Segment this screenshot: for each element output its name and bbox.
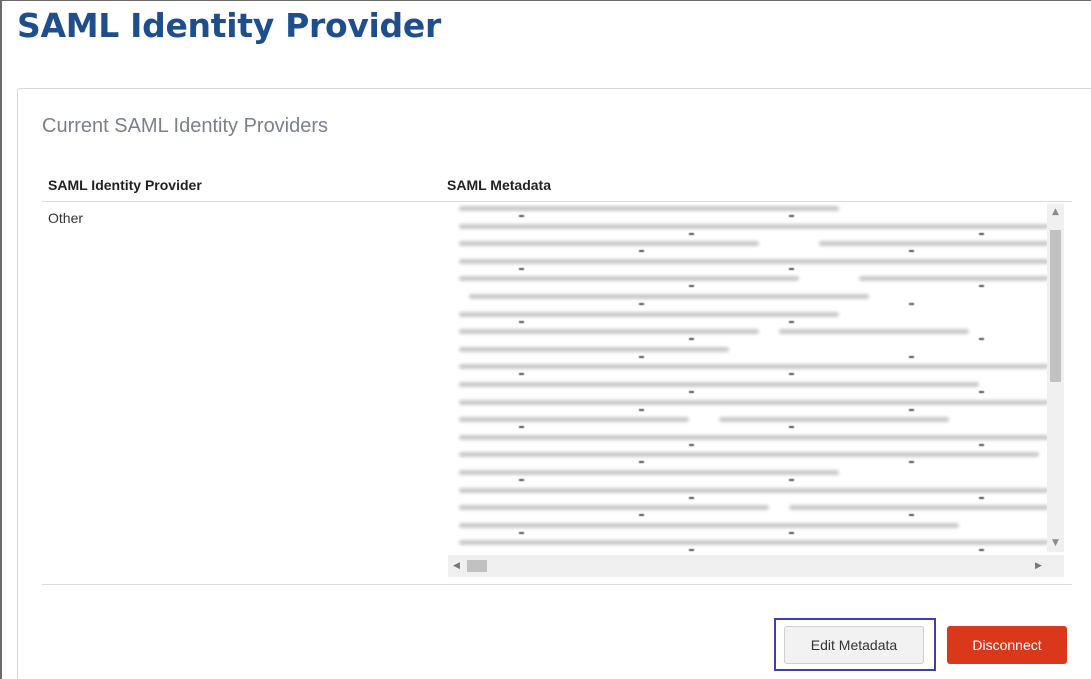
redacted-text-fragment xyxy=(789,531,794,534)
redacted-text-fragment xyxy=(519,373,524,376)
redacted-text-fragment xyxy=(689,391,694,393)
redacted-text-fragment xyxy=(519,479,524,481)
redacted-text-line xyxy=(459,434,1049,440)
redacted-text-fragment xyxy=(689,285,694,288)
redacted-text-fragment xyxy=(639,514,644,517)
vertical-scroll-thumb[interactable] xyxy=(1050,230,1061,382)
redacted-text-fragment xyxy=(639,461,644,464)
redacted-text-fragment xyxy=(519,267,524,270)
vertical-scrollbar[interactable]: ▲ ▼ xyxy=(1047,204,1064,552)
redacted-text-line xyxy=(459,417,689,423)
redacted-text-fragment xyxy=(789,373,794,376)
redacted-text-line xyxy=(459,522,959,528)
triangle-down-icon[interactable]: ▼ xyxy=(1047,535,1064,552)
provider-name-cell: Other xyxy=(48,210,84,226)
section-title: Current SAML Identity Providers xyxy=(42,115,329,137)
redacted-text-fragment xyxy=(689,232,694,235)
redacted-text-line xyxy=(459,206,839,211)
edit-metadata-button[interactable]: Edit Metadata xyxy=(784,626,924,664)
page-title: SAML Identity Provider xyxy=(17,6,441,45)
redacted-text-fragment xyxy=(639,355,644,358)
redacted-text-line xyxy=(779,329,969,335)
redacted-text-line xyxy=(459,276,799,282)
triangle-left-icon[interactable]: ◀ xyxy=(448,555,465,577)
redacted-text-fragment xyxy=(909,408,914,411)
table-header: SAML Identity Provider SAML Metadata xyxy=(42,177,1072,202)
redacted-text-line xyxy=(819,241,1049,247)
redacted-text-fragment xyxy=(789,320,794,323)
redacted-text-line xyxy=(859,276,1049,282)
horizontal-scroll-thumb[interactable] xyxy=(467,560,487,572)
redacted-text-line xyxy=(459,452,1039,458)
redacted-text-fragment xyxy=(689,443,694,446)
redacted-text-line xyxy=(459,346,729,352)
redacted-text-line xyxy=(459,223,1049,229)
redacted-text-fragment xyxy=(979,232,984,235)
redacted-text-fragment xyxy=(909,303,914,305)
redacted-text-fragment xyxy=(789,426,794,429)
identity-providers-panel: Current SAML Identity Providers SAML Ide… xyxy=(17,88,1091,679)
column-header-provider: SAML Identity Provider xyxy=(48,177,202,193)
column-header-metadata: SAML Metadata xyxy=(447,177,551,193)
redacted-text-fragment xyxy=(909,250,914,253)
redacted-text-fragment xyxy=(979,285,984,288)
redacted-text-fragment xyxy=(789,267,794,270)
redacted-text-line xyxy=(459,329,759,335)
redacted-text-line xyxy=(459,311,839,317)
redacted-text-line xyxy=(719,417,949,423)
redacted-text-line xyxy=(469,294,869,299)
triangle-right-icon[interactable]: ▶ xyxy=(1030,555,1047,577)
redacted-text-fragment xyxy=(789,215,794,217)
redacted-text-fragment xyxy=(909,461,914,464)
redacted-text-line xyxy=(459,364,1049,370)
redacted-text-fragment xyxy=(519,215,524,217)
redacted-text-fragment xyxy=(909,355,914,358)
redacted-text-fragment xyxy=(789,479,794,481)
redacted-text-fragment xyxy=(979,391,984,393)
row-divider xyxy=(42,584,1072,585)
redacted-text-fragment xyxy=(639,250,644,253)
disconnect-button[interactable]: Disconnect xyxy=(947,626,1067,664)
redacted-text-line xyxy=(459,399,1049,405)
redacted-text-fragment xyxy=(979,496,984,499)
redacted-text-fragment xyxy=(979,443,984,446)
redacted-text-fragment xyxy=(519,531,524,534)
redacted-text-line xyxy=(459,470,839,475)
redacted-text-fragment xyxy=(519,426,524,429)
redacted-text-fragment xyxy=(979,338,984,341)
metadata-textarea[interactable] xyxy=(441,204,1064,577)
horizontal-scrollbar[interactable]: ◀ ▶ xyxy=(448,555,1047,577)
triangle-up-icon[interactable]: ▲ xyxy=(1047,204,1064,221)
redacted-text-fragment xyxy=(639,408,644,411)
redacted-text-line xyxy=(459,258,1049,264)
redacted-text-fragment xyxy=(519,320,524,323)
redacted-text-line xyxy=(459,241,759,247)
redacted-text-line xyxy=(459,487,1049,493)
redacted-text-line xyxy=(459,540,1049,546)
redacted-text-fragment xyxy=(979,549,984,552)
redacted-text-fragment xyxy=(909,514,914,517)
redacted-text-fragment xyxy=(689,338,694,341)
redacted-text-fragment xyxy=(689,549,694,552)
redacted-text-line xyxy=(459,505,769,511)
redacted-text-fragment xyxy=(639,303,644,305)
redacted-text-line xyxy=(789,505,1049,511)
scrollbar-corner xyxy=(1047,555,1064,577)
redacted-text-fragment xyxy=(689,496,694,499)
redacted-text-line xyxy=(459,382,979,387)
